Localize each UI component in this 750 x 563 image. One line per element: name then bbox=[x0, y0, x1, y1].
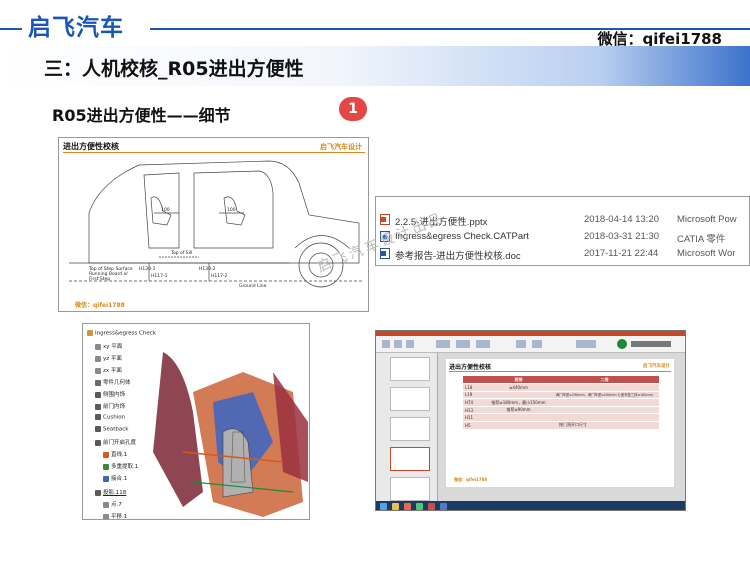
file-row[interactable]: 参考报告-进出方便性校核.doc 2017-11-21 22:44 Micros… bbox=[376, 246, 749, 262]
catia-3d-model bbox=[153, 352, 308, 517]
dim-label-5: H117-1 bbox=[151, 273, 168, 279]
dim-label-2: 100 bbox=[227, 207, 236, 213]
app-icon[interactable] bbox=[416, 503, 423, 510]
file-type: Microsoft Pow bbox=[677, 214, 737, 225]
vehicle-side-drawing: 100 100 H130-1 H130-2 H117-1 H117-2 Top … bbox=[69, 160, 364, 289]
slide: 进出方便性校核 启飞汽车设计 前排 二排 L18 ≥440mm L19 两门车型≥2… bbox=[446, 359, 674, 487]
requirements-table: 前排 二排 L18 ≥440mm L19 两门车型≥290mm，两门车型≥200mm… bbox=[463, 376, 659, 430]
table-row: L18 ≥440mm bbox=[463, 383, 659, 392]
catia-model-panel: Ingress&egress Check xy 平面 yz 平面 zx 平面 零… bbox=[82, 323, 310, 520]
ppt-ribbon bbox=[376, 331, 685, 353]
tree-item[interactable]: 前门开启孔度 bbox=[95, 438, 136, 446]
step-number-badge: 1 bbox=[339, 97, 367, 121]
step-surface-label-3: First Step bbox=[89, 276, 110, 282]
tree-item[interactable]: 多重提取.1 bbox=[103, 462, 138, 470]
drawing-panel-brand: 启飞汽车设计 bbox=[320, 143, 362, 151]
top-of-sill-label: Top of Sill bbox=[170, 250, 192, 256]
app-icon[interactable] bbox=[440, 503, 447, 510]
tree-item[interactable]: 直线.1 bbox=[103, 450, 127, 458]
dim-label-1: 100 bbox=[161, 207, 170, 213]
app-icon[interactable] bbox=[404, 503, 411, 510]
ground-line-label: Ground Line bbox=[239, 283, 267, 289]
slide-canvas: 进出方便性校核 启飞汽车设计 前排 二排 L18 ≥440mm L19 两门车型≥2… bbox=[438, 353, 685, 501]
brand-logo-text: 启飞汽车 bbox=[28, 15, 124, 41]
tree-item[interactable]: 接合.1 bbox=[103, 474, 127, 482]
slide-thumbnail[interactable] bbox=[390, 387, 430, 411]
file-name: 参考报告-进出方便性校核.doc bbox=[395, 251, 521, 262]
ingress-drawing-panel: 进出方便性校核 启飞汽车设计 100 100 H130-1 H130-2 H11… bbox=[58, 137, 369, 312]
subtitle: R05进出方便性——细节 bbox=[52, 106, 231, 125]
tree-item[interactable]: xy 平面 bbox=[95, 342, 122, 350]
slide-rule bbox=[449, 371, 671, 372]
table-header-row: 前排 二排 bbox=[463, 376, 659, 385]
file-date: 2018-03-31 21:30 bbox=[584, 231, 660, 242]
table-row: H11 bbox=[463, 413, 659, 423]
table-row: H74 推荐≥180mm，最小150mm bbox=[463, 398, 659, 407]
pptx-icon bbox=[380, 214, 390, 225]
slide-thumbnails bbox=[376, 353, 438, 501]
tree-item[interactable]: 前门内饰 bbox=[95, 402, 125, 410]
slide-thumbnail-active[interactable] bbox=[390, 447, 430, 471]
file-type: Microsoft Wor bbox=[677, 248, 736, 259]
table-row: L19 两门车型≥290mm，两门车型≥200mm 七座车型三排≥180mm bbox=[463, 391, 659, 400]
table-row: H5 按门洞开口尺寸 bbox=[463, 421, 659, 430]
slide-thumbnail[interactable] bbox=[390, 357, 430, 381]
drawing-panel-title: 进出方便性校核 bbox=[63, 142, 119, 151]
tree-item[interactable]: 侧围内饰 bbox=[95, 390, 125, 398]
table-row: H13 推荐≥90mm bbox=[463, 406, 659, 415]
drawing-panel-wechat: 微信：qifei1788 bbox=[75, 302, 125, 309]
dim-label-6: H117-2 bbox=[211, 273, 228, 279]
tree-root[interactable]: Ingress&egress Check bbox=[87, 330, 156, 337]
dim-label-3: H130-1 bbox=[139, 266, 156, 272]
tree-item[interactable]: Seatback bbox=[95, 426, 128, 433]
tree-item[interactable]: 零件几何体 bbox=[95, 378, 131, 386]
tree-item[interactable]: 平移.1 bbox=[103, 512, 127, 519]
tree-item[interactable]: 点.7 bbox=[103, 500, 122, 508]
tree-item[interactable]: Cushion bbox=[95, 414, 125, 421]
slide-title: 进出方便性校核 bbox=[449, 364, 492, 371]
file-date: 2017-11-21 22:44 bbox=[584, 248, 659, 259]
powerpoint-icon[interactable] bbox=[428, 503, 435, 510]
slide-thumbnail[interactable] bbox=[390, 477, 430, 501]
slide-brand: 启飞汽车设计 bbox=[643, 364, 670, 369]
explorer-icon[interactable] bbox=[392, 503, 399, 510]
windows-taskbar bbox=[376, 501, 685, 510]
ppt-screenshot-panel: 进出方便性校核 启飞汽车设计 前排 二排 L18 ≥440mm L19 两门车型≥2… bbox=[375, 330, 686, 511]
tree-item[interactable]: zx 平面 bbox=[95, 366, 122, 374]
tree-item[interactable]: yz 平面 bbox=[95, 354, 122, 362]
file-type: CATIA 零件 bbox=[677, 234, 726, 245]
ribbon-icons bbox=[376, 331, 685, 349]
tree-item[interactable]: 投影.118 bbox=[95, 488, 126, 496]
header-line-left bbox=[0, 28, 22, 30]
slide-wechat: 微信：qifei1788 bbox=[454, 477, 488, 482]
section-title: 三：人机校核_R05进出方便性 bbox=[44, 58, 304, 80]
start-icon[interactable] bbox=[380, 503, 387, 510]
file-date: 2018-04-14 13:20 bbox=[584, 214, 660, 225]
slide-thumbnail[interactable] bbox=[390, 417, 430, 441]
dim-label-4: H130-2 bbox=[199, 266, 216, 272]
